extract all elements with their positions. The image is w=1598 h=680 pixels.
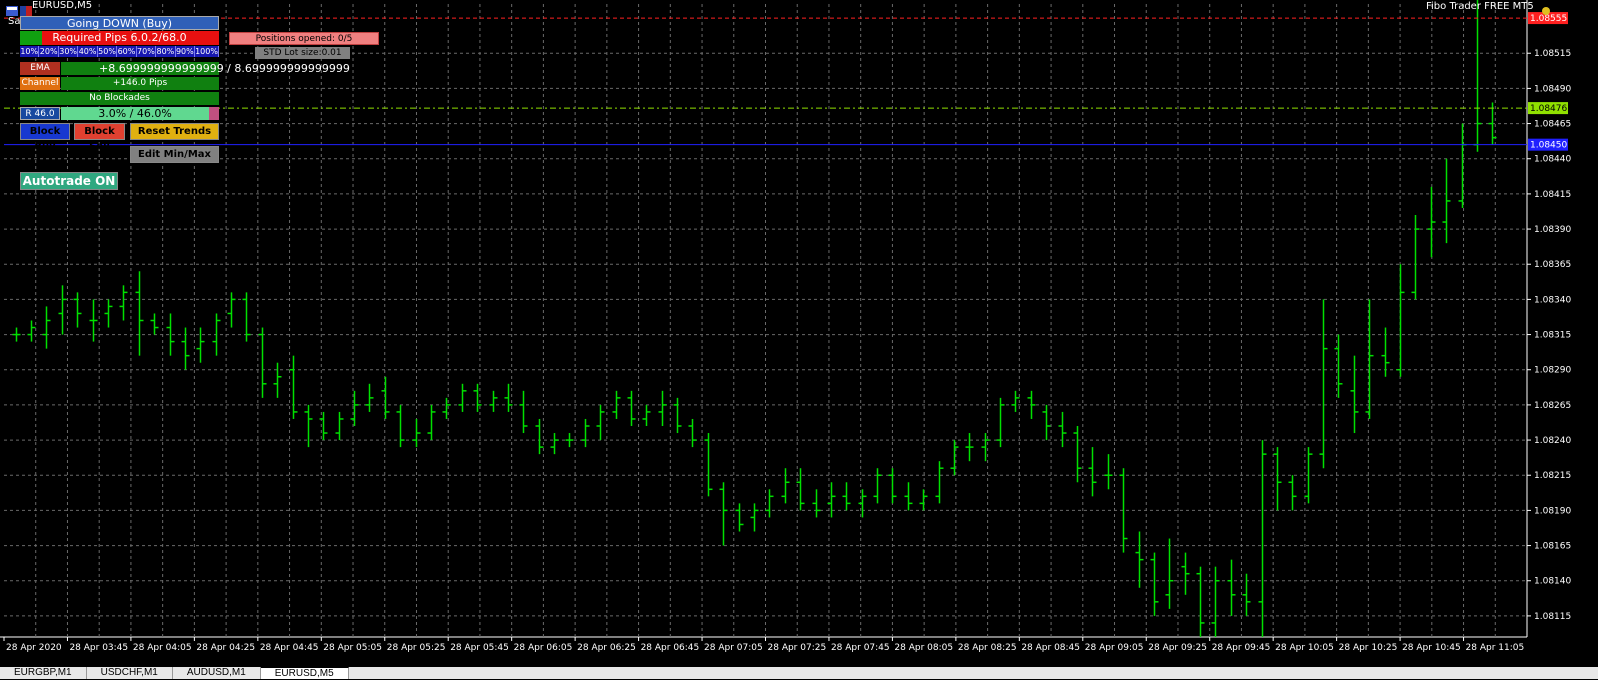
ema-label: EMA bbox=[20, 62, 60, 75]
r-label[interactable]: R 46.0 bbox=[20, 107, 60, 120]
percent-step: 90% bbox=[175, 46, 196, 57]
direction-title: Going DOWN (Buy) bbox=[20, 16, 219, 30]
r-indicator bbox=[209, 107, 219, 120]
y-tick-label: 1.08490 bbox=[1534, 84, 1571, 94]
block-buy-button[interactable]: Block Buy bbox=[20, 123, 70, 152]
x-tick-label: 28 Apr 09:05 bbox=[1085, 643, 1144, 653]
x-tick-label: 28 Apr 04:25 bbox=[196, 643, 255, 653]
y-tick-label: 1.08515 bbox=[1534, 49, 1571, 59]
x-tick-label: 28 Apr 08:45 bbox=[1021, 643, 1080, 653]
x-tick-label: 28 Apr 08:25 bbox=[958, 643, 1017, 653]
percent-step: 70% bbox=[136, 46, 157, 57]
y-tick-label: 1.08215 bbox=[1534, 471, 1571, 481]
blockades-status: No Blockades bbox=[20, 92, 219, 105]
autotrade-button[interactable]: Autotrade ON bbox=[20, 172, 118, 190]
indicator-name: Fibo Trader FREE MT5 bbox=[1426, 1, 1534, 12]
edit-minmax-button[interactable]: Edit Min/Max off bbox=[130, 146, 219, 175]
x-tick-label: 28 Apr 05:45 bbox=[450, 643, 509, 653]
chart-tab[interactable]: EURGBP,M1 bbox=[0, 667, 87, 679]
required-pips-label: Required Pips 6.0.2/68.0 bbox=[52, 31, 187, 44]
percent-steps: 10% 20% 30% 40% 50% 60% 70% 80% 90% 100% bbox=[20, 46, 219, 57]
chart-tab[interactable]: EURUSD,M5 bbox=[260, 667, 349, 679]
x-tick-label: 28 Apr 10:05 bbox=[1275, 643, 1334, 653]
x-tick-label: 28 Apr 05:05 bbox=[323, 643, 382, 653]
x-tick-label: 28 Apr 09:25 bbox=[1148, 643, 1207, 653]
y-tick-label: 1.08290 bbox=[1534, 366, 1571, 376]
x-tick-label: 28 Apr 2020 bbox=[6, 643, 62, 653]
y-tick-label: 1.08190 bbox=[1534, 506, 1571, 516]
lot-size: STD Lot size:0.01 bbox=[255, 47, 350, 59]
x-tick-label: 28 Apr 06:05 bbox=[514, 643, 573, 653]
x-tick-label: 28 Apr 11:05 bbox=[1466, 643, 1525, 653]
channel-label: Channel bbox=[20, 77, 60, 90]
x-tick-label: 28 Apr 04:45 bbox=[260, 643, 319, 653]
x-tick-label: 28 Apr 07:05 bbox=[704, 643, 763, 653]
percent-step: 100% bbox=[195, 46, 219, 57]
x-tick-label: 28 Apr 09:45 bbox=[1212, 643, 1271, 653]
price-chart[interactable]: 1.085551.084761.08450 1.081151.081401.08… bbox=[0, 0, 1598, 679]
required-pips-progress bbox=[20, 31, 42, 45]
y-tick-label: 1.08115 bbox=[1534, 612, 1571, 622]
x-tick-label: 28 Apr 04:05 bbox=[133, 643, 192, 653]
x-tick-label: 28 Apr 07:45 bbox=[831, 643, 890, 653]
x-tick-label: 28 Apr 06:25 bbox=[577, 643, 636, 653]
y-tick-label: 1.08340 bbox=[1534, 295, 1571, 305]
block-sell-button[interactable]: Block Sell bbox=[74, 123, 125, 152]
percent-step: 40% bbox=[78, 46, 98, 57]
y-tick-label: 1.08165 bbox=[1534, 542, 1571, 552]
x-tick-label: 28 Apr 08:05 bbox=[894, 643, 953, 653]
y-tick-label: 1.08390 bbox=[1534, 225, 1571, 235]
y-tick-label: 1.08265 bbox=[1534, 401, 1571, 411]
percent-step: 20% bbox=[39, 46, 59, 57]
x-tick-label: 28 Apr 10:25 bbox=[1339, 643, 1398, 653]
x-tick-label: 28 Apr 07:25 bbox=[768, 643, 827, 653]
percent-step: 60% bbox=[117, 46, 137, 57]
channel-value: +146.0 Pips bbox=[61, 77, 219, 90]
percent-step: 30% bbox=[58, 46, 79, 57]
blue-price-label: 1.08450 bbox=[1530, 141, 1567, 151]
required-pips-bar: Required Pips 6.0.2/68.0 bbox=[20, 31, 219, 45]
ema-value-bar: +8.699999999999999 / 8.699999999999999 bbox=[61, 62, 350, 75]
percent-step: 80% bbox=[156, 46, 176, 57]
y-tick-label: 1.08140 bbox=[1534, 577, 1571, 587]
chart-tab[interactable]: USDCHF,M1 bbox=[87, 667, 173, 679]
percent-step: 50% bbox=[97, 46, 118, 57]
positions-opened: Positions opened: 0/5 bbox=[229, 32, 379, 45]
green-price-label: 1.08476 bbox=[1530, 104, 1567, 114]
y-tick-label: 1.08315 bbox=[1534, 331, 1571, 341]
chart-window-icon[interactable] bbox=[6, 1, 18, 16]
x-tick-label: 28 Apr 06:45 bbox=[641, 643, 700, 653]
reset-trends-button[interactable]: Reset Trends bbox=[130, 123, 219, 140]
indicator-icon bbox=[1540, 1, 1552, 15]
y-tick-label: 1.08440 bbox=[1534, 155, 1571, 165]
y-tick-label: 1.08365 bbox=[1534, 260, 1571, 270]
x-tick-label: 28 Apr 05:25 bbox=[387, 643, 446, 653]
chart-tabs: EURGBP,M1 USDCHF,M1 AUDUSD,M1 EURUSD,M5 bbox=[0, 667, 1598, 679]
percent-step: 10% bbox=[20, 46, 40, 57]
flag-icon bbox=[20, 1, 32, 16]
x-tick-label: 28 Apr 10:45 bbox=[1402, 643, 1461, 653]
side-label: Sa bbox=[8, 16, 21, 27]
r-value: 3.0% / 46.0% bbox=[61, 107, 209, 120]
x-tick-label: 28 Apr 03:45 bbox=[69, 643, 128, 653]
y-tick-label: 1.08465 bbox=[1534, 120, 1571, 130]
y-tick-label: 1.08240 bbox=[1534, 436, 1571, 446]
y-tick-label: 1.08415 bbox=[1534, 190, 1571, 200]
chart-symbol: EURUSD,M5 bbox=[32, 0, 93, 11]
chart-title-bar: EURUSD,M5 Fibo Trader FREE MT5 bbox=[0, 0, 1598, 16]
chart-tab[interactable]: AUDUSD,M1 bbox=[173, 667, 261, 679]
ema-value: +8.699999999999999 / 8.699999999999999 bbox=[99, 62, 350, 75]
